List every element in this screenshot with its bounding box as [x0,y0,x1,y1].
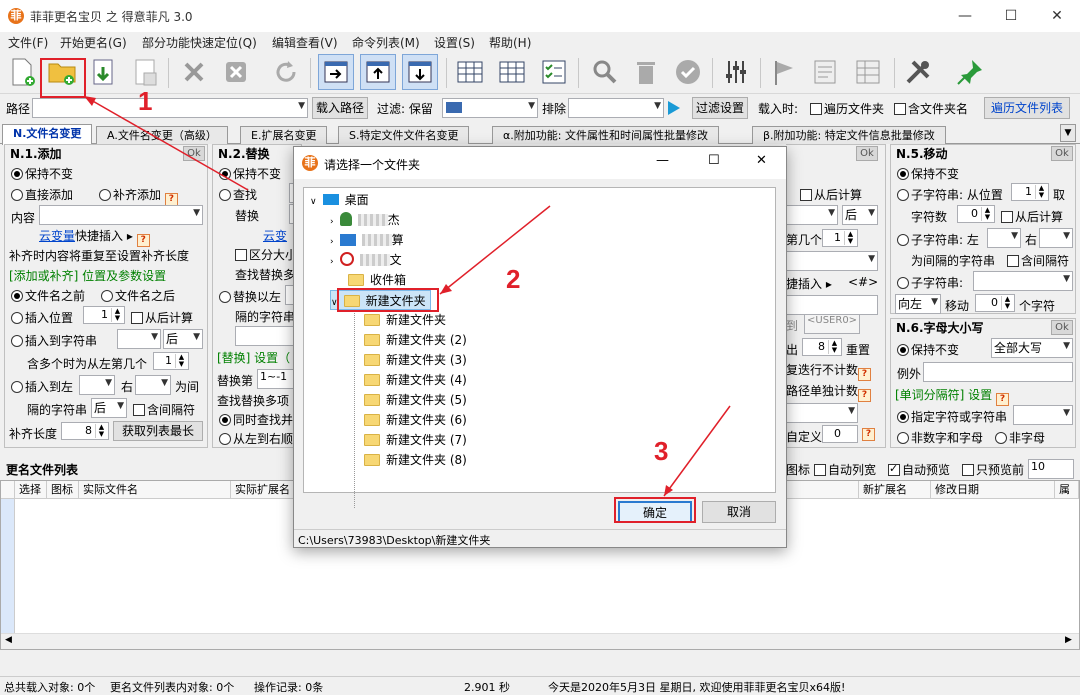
annotation-number-1: 1 [138,86,153,116]
annotation-number-2: 2 [506,264,521,294]
annotation-box-2 [337,288,439,312]
annotation-number-3: 3 [654,436,669,466]
annotation-arrows [83,95,731,497]
annotation-box-3 [614,497,696,523]
